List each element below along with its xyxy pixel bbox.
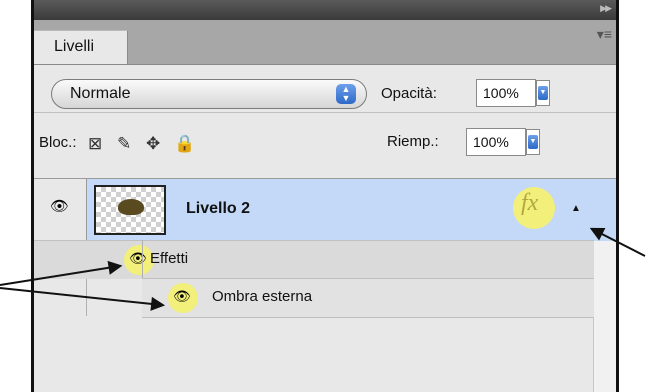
- brush-icon[interactable]: ✎: [117, 134, 131, 154]
- layer-name[interactable]: Livello 2: [186, 200, 250, 218]
- padlock-icon[interactable]: 🔒: [174, 134, 195, 154]
- panel-menu-icon[interactable]: ▾≡: [597, 26, 612, 43]
- blend-opacity-row: Normale ▲ ▼ Opacità: 100% ▼: [34, 64, 616, 112]
- fill-input[interactable]: 100%: [466, 128, 526, 156]
- blend-mode-select[interactable]: Normale ▲ ▼: [51, 79, 367, 109]
- collapse-icon[interactable]: ▶▶: [600, 3, 612, 14]
- opacity-input[interactable]: 100%: [476, 79, 536, 107]
- layers-list: 👁 Livello 2 fx ▲ 👁 Effetti 👁 Ombra ester…: [34, 178, 616, 392]
- lock-label: Bloc.:: [39, 134, 77, 151]
- fill-label: Riemp.:: [387, 133, 439, 150]
- fill-dropdown-button[interactable]: ▼: [526, 129, 540, 155]
- lock-fill-row: Bloc.: ⊠ ✎ ✥ 🔒 Riemp.: 100% ▼: [34, 112, 616, 178]
- effect-item-label: Ombra esterna: [212, 288, 313, 305]
- opacity-value: 100%: [483, 85, 519, 101]
- thumbnail-image: [118, 199, 144, 215]
- expand-triangle-icon[interactable]: ▲: [571, 203, 581, 214]
- blend-mode-value: Normale: [70, 85, 131, 102]
- layer-row[interactable]: 👁 Livello 2 fx ▲: [34, 178, 616, 241]
- effect-item-row[interactable]: 👁 Ombra esterna: [142, 278, 594, 318]
- visibility-cell[interactable]: 👁: [34, 179, 87, 241]
- tab-livelli[interactable]: Livelli: [34, 30, 128, 64]
- dropdown-arrow-icon: ▼: [528, 135, 538, 149]
- dropdown-arrow-icon: ▼: [538, 86, 548, 100]
- eye-icon[interactable]: 👁: [129, 250, 147, 267]
- opacity-label: Opacità:: [381, 85, 437, 102]
- eye-icon[interactable]: 👁: [173, 288, 191, 305]
- layers-panel: ▶▶ Livelli ▾≡ Normale ▲ ▼ Opacità: 100% ▼…: [31, 0, 619, 392]
- move-icon[interactable]: ✥: [146, 134, 160, 154]
- checkerboard-lock-icon[interactable]: ⊠: [88, 134, 102, 154]
- layer-thumbnail[interactable]: [94, 185, 166, 235]
- opacity-dropdown-button[interactable]: ▼: [536, 80, 550, 106]
- eye-icon[interactable]: 👁: [50, 197, 69, 215]
- fill-value: 100%: [473, 134, 509, 150]
- effects-label: Effetti: [150, 250, 189, 267]
- tab-label: Livelli: [54, 38, 95, 55]
- fx-icon[interactable]: fx: [521, 190, 538, 217]
- tab-bar: Livelli ▾≡: [34, 20, 616, 65]
- stepper-icon[interactable]: ▲ ▼: [336, 84, 356, 104]
- panel-title-bar[interactable]: ▶▶: [34, 0, 616, 20]
